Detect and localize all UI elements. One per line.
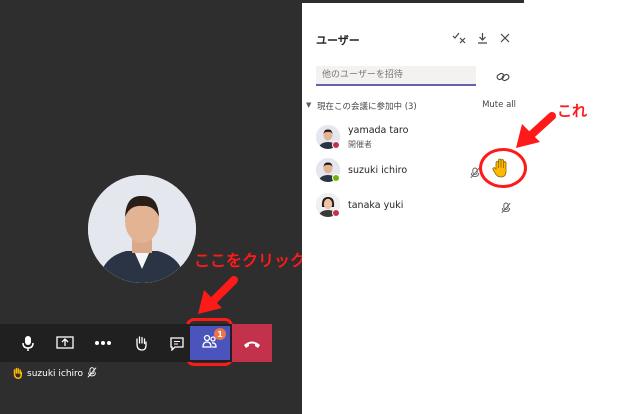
annotation-arrow-down-icon <box>196 276 240 320</box>
microphone-icon[interactable] <box>15 330 41 356</box>
participants-button[interactable]: 1 <box>190 326 230 360</box>
mic-off-icon <box>501 199 511 218</box>
hang-up-button[interactable] <box>232 324 272 362</box>
participant-name: yamada taro <box>348 125 409 136</box>
presence-busy-icon <box>332 141 340 149</box>
presence-busy-icon <box>332 209 340 217</box>
presence-available-icon <box>332 174 340 182</box>
chevron-down-icon: ▼ <box>306 101 312 109</box>
participants-panel: ユーザー ▼ 現在この会議に参加中 (3) Mute all yamada ta… <box>302 0 524 414</box>
chat-icon[interactable] <box>164 330 190 356</box>
share-link-icon[interactable] <box>496 68 510 87</box>
meeting-toolbar: 1 <box>0 324 272 362</box>
self-name: suzuki ichiro <box>27 369 84 379</box>
raise-hand-icon[interactable] <box>128 330 154 356</box>
section-title: 現在この会議に参加中 (3) <box>317 102 417 112</box>
hang-up-icon <box>243 334 261 353</box>
participant-role: 開催者 <box>348 140 372 149</box>
download-icon[interactable] <box>475 31 489 45</box>
hand-raised-icon <box>491 157 513 183</box>
dismiss-all-icon[interactable] <box>452 31 466 45</box>
close-icon[interactable] <box>498 31 512 45</box>
annotation-arrow-down-left-icon <box>512 112 556 156</box>
self-name-label: suzuki ichiro <box>12 366 97 382</box>
participant-row[interactable]: tanaka yuki <box>316 193 520 225</box>
share-screen-icon[interactable] <box>52 330 78 356</box>
annotation-this: これ <box>557 102 588 120</box>
annotation-click-here: ここをクリック <box>194 251 307 270</box>
participant-name: suzuki ichiro <box>348 165 408 176</box>
invite-input[interactable] <box>316 66 476 86</box>
participants-badge: 1 <box>214 328 226 340</box>
participant-name: tanaka yuki <box>348 200 404 211</box>
hand-raised-icon <box>12 367 23 382</box>
more-options-icon[interactable] <box>90 330 116 356</box>
participant-video-avatar <box>88 175 196 283</box>
mic-off-icon <box>87 367 97 381</box>
in-meeting-section[interactable]: ▼ 現在この会議に参加中 (3) Mute all <box>306 100 516 114</box>
panel-title: ユーザー <box>316 34 360 47</box>
panel-top-border <box>302 0 524 3</box>
mute-all-button[interactable]: Mute all <box>482 100 516 110</box>
